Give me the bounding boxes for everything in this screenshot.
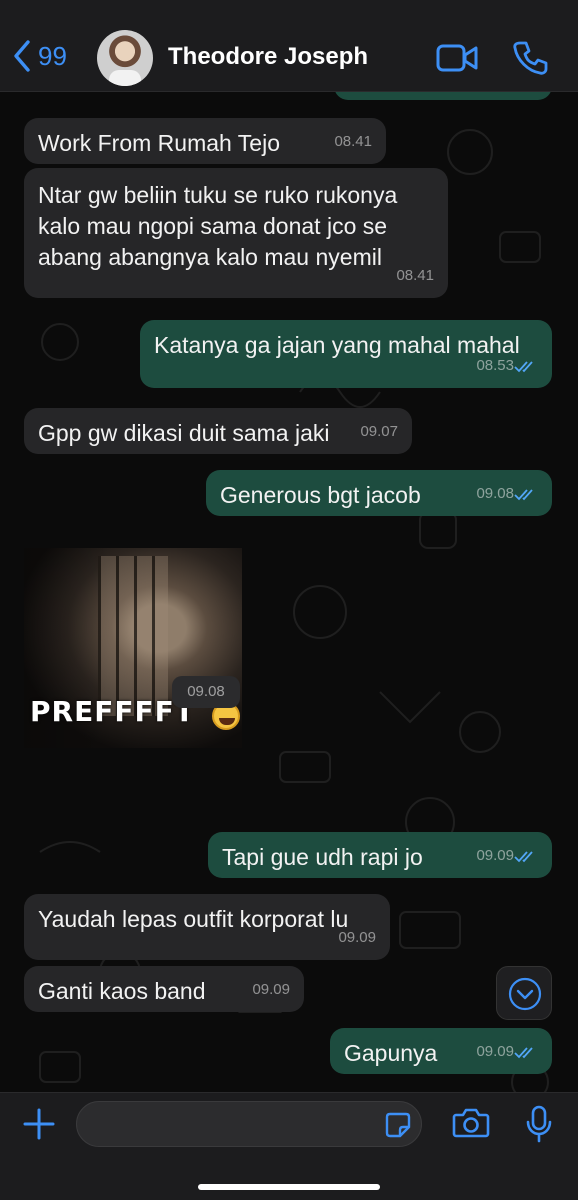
- message-input[interactable]: [76, 1101, 422, 1147]
- message-time: 09.08: [476, 478, 538, 509]
- message-bubble[interactable]: Yaudah lepas outfit korporat lu 09.09: [24, 894, 390, 960]
- message-time: 09.09: [252, 981, 290, 998]
- message-time: 09.09: [476, 1036, 538, 1067]
- unread-count: 99: [38, 40, 67, 71]
- message-bubble[interactable]: Gpp gw dikasi duit sama jaki 09.07: [24, 408, 412, 454]
- message-text: Gpp gw dikasi duit sama jaki: [38, 420, 330, 446]
- read-ticks-icon: [514, 488, 533, 500]
- message-text: Gapunya: [344, 1040, 438, 1066]
- message-text: Ntar gw beliin tuku se ruko rukonya kalo…: [38, 182, 398, 270]
- contact-name[interactable]: Theodore Joseph: [168, 43, 368, 71]
- message-text: Tapi gue udh rapi jo: [222, 844, 423, 870]
- avatar[interactable]: [97, 30, 153, 86]
- image-caption-text: PREFFFFT: [30, 695, 195, 728]
- image-time: 09.08: [172, 676, 240, 708]
- back-button[interactable]: 99: [10, 38, 67, 74]
- video-call-button[interactable]: [436, 42, 478, 79]
- message-bubble[interactable]: Ganti kaos band 09.09: [24, 966, 304, 1012]
- message-bubble[interactable]: Ntar gw beliin tuku se ruko rukonya kalo…: [24, 168, 448, 298]
- message-bubble[interactable]: Katanya ga jajan yang mahal mahal 08.53: [140, 320, 552, 388]
- phone-icon: [513, 41, 548, 75]
- message-text: Katanya ga jajan yang mahal mahal: [154, 332, 520, 358]
- video-camera-icon: [436, 44, 478, 72]
- message-time: 09.09: [476, 840, 538, 871]
- plus-icon: [23, 1108, 55, 1140]
- message-bubble[interactable]: Gapunya 09.09: [330, 1028, 552, 1074]
- message-bubble[interactable]: Generous bgt jacob 09.08: [206, 470, 552, 516]
- attach-button[interactable]: [22, 1107, 56, 1146]
- message-text: Yaudah lepas outfit korporat lu: [38, 906, 349, 932]
- voice-record-button[interactable]: [526, 1105, 552, 1148]
- voice-call-button[interactable]: [512, 40, 548, 81]
- image-message[interactable]: PREFFFFT: [24, 548, 242, 748]
- message-bubble-partial: [334, 92, 552, 100]
- message-bubble[interactable]: Work From Rumah Tejo 08.41: [24, 118, 386, 164]
- message-time: 08.41: [396, 267, 434, 284]
- read-ticks-icon: [514, 850, 533, 862]
- camera-button[interactable]: [452, 1107, 490, 1144]
- message-time: 09.07: [360, 423, 398, 440]
- photo-effect: [98, 556, 168, 716]
- message-text: Generous bgt jacob: [220, 482, 421, 508]
- message-text: Ganti kaos band: [38, 978, 206, 1004]
- message-bubble[interactable]: Tapi gue udh rapi jo 09.09: [208, 832, 552, 878]
- chat-area[interactable]: Work From Rumah Tejo 08.41 Ntar gw belii…: [0, 92, 578, 1092]
- chevron-left-icon: [14, 40, 30, 72]
- chevron-down-icon: [508, 977, 542, 1011]
- camera-icon: [452, 1108, 490, 1138]
- chat-header: 99 Theodore Joseph: [0, 0, 578, 92]
- message-time: 08.41: [334, 133, 372, 150]
- home-indicator[interactable]: [198, 1184, 380, 1190]
- read-ticks-icon: [514, 1046, 533, 1058]
- message-time: 08.53: [476, 350, 538, 381]
- sticker-button[interactable]: [384, 1111, 412, 1144]
- scroll-to-bottom-button[interactable]: [496, 966, 552, 1020]
- message-text: Work From Rumah Tejo: [38, 130, 280, 156]
- read-ticks-icon: [514, 360, 533, 372]
- microphone-icon: [526, 1105, 552, 1143]
- message-time: 09.09: [338, 929, 376, 946]
- sticker-icon: [385, 1112, 411, 1138]
